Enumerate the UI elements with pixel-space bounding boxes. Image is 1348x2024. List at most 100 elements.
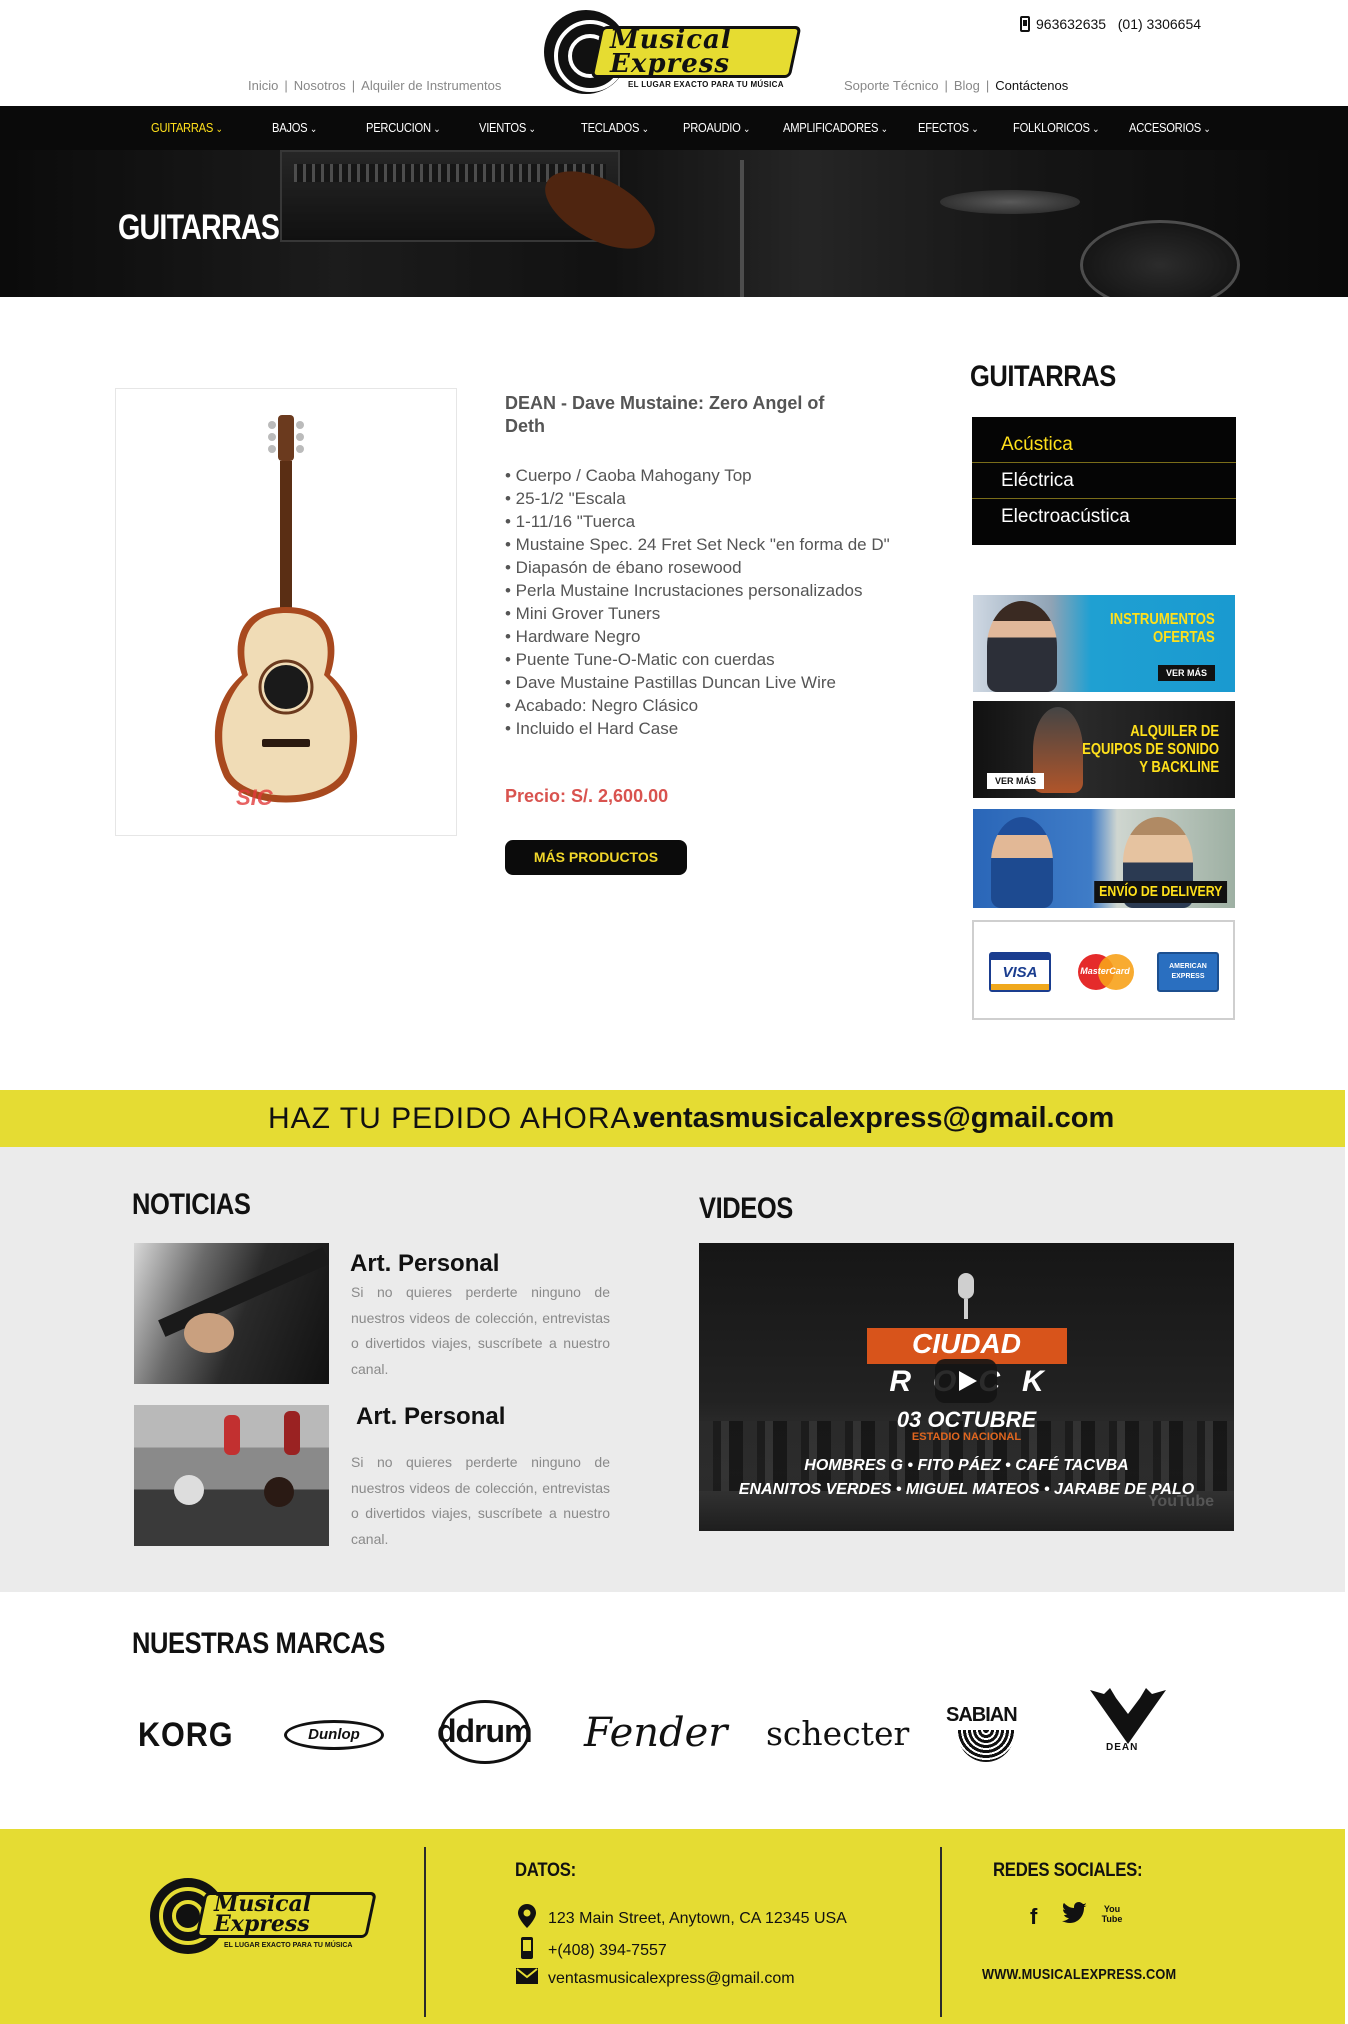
separator: | (284, 78, 288, 93)
twitter-icon[interactable] (1062, 1902, 1088, 1930)
chevron-down-icon: ⌄ (433, 124, 441, 135)
link-alquiler[interactable]: Alquiler de Instrumentos (361, 78, 501, 93)
payment-methods: VISA MasterCard AMERICAN EXPRESS (972, 920, 1235, 1020)
link-soporte[interactable]: Soporte Técnico (844, 78, 938, 93)
map-pin-icon (516, 1904, 538, 1933)
nav-item-amplificadores[interactable]: AMPLIFICADORES ⌄ (783, 120, 888, 135)
videos-section-title: VIDEOS (699, 1192, 793, 1225)
nav-item-bajos[interactable]: BAJOS ⌄ (272, 120, 317, 135)
nav-item-accesorios[interactable]: ACCESORIOS ⌄ (1129, 120, 1211, 135)
top-nav-left: Inicio | Nosotros | Alquiler de Instrumentos (248, 78, 501, 93)
mastercard-icon: MasterCard (1074, 952, 1136, 992)
category-item-electrica[interactable]: Eléctrica (972, 463, 1236, 499)
spec-item: • Diapasón de ébano rosewood (505, 558, 742, 577)
category-item-acustica[interactable]: Acústica (972, 427, 1236, 463)
mobile-phone-icon (1020, 16, 1030, 32)
video-player[interactable]: CIUDAD ROCK 03 OCTUBRE ESTADIO NACIONAL … (699, 1243, 1234, 1531)
promo-button[interactable]: VER MÁS (1157, 665, 1215, 681)
footer-logo-tagline: EL LUGAR EXACTO PARA TU MÚSICA (224, 1942, 353, 1949)
guitarist-photo (987, 601, 1057, 692)
video-venue: ESTADIO NACIONAL (911, 1431, 1022, 1443)
news-item-title[interactable]: Art. Personal (356, 1403, 505, 1431)
nav-item-folkloricos[interactable]: FOLKLORICOS ⌄ (1013, 120, 1099, 135)
chevron-down-icon: ⌄ (1092, 124, 1100, 135)
footer-email[interactable]: ventasmusicalexpress@gmail.com (516, 1968, 795, 1989)
spec-item: • Cuerpo / Caoba Mahogany Top (505, 466, 752, 485)
brand-logo-dunlop[interactable]: Dunlop (284, 1720, 384, 1750)
brand-logo-korg[interactable]: KORG (138, 1716, 233, 1755)
spec-item: • Mini Grover Tuners (505, 604, 661, 623)
brand-logo-schecter[interactable]: schecter (766, 1714, 909, 1753)
nav-item-proaudio[interactable]: PROAUDIO ⌄ (683, 120, 750, 135)
nav-item-guitarras[interactable]: GUITARRAS ⌄ (151, 120, 223, 135)
link-inicio[interactable]: Inicio (248, 78, 278, 93)
link-contactenos[interactable]: Contáctenos (995, 78, 1068, 93)
spec-item: • Puente Tune-O-Matic con cuerdas (505, 650, 775, 669)
category-hero-banner: GUITARRAS (0, 150, 1348, 297)
chevron-down-icon: ⌄ (309, 124, 317, 135)
spec-item: • Acabado: Negro Clásico (505, 696, 699, 715)
phone-text: 963632635 (01) 3306654 (1036, 16, 1202, 32)
chevron-down-icon: ⌄ (971, 124, 979, 135)
chevron-down-icon: ⌄ (641, 124, 649, 135)
spec-item: • Mustaine Spec. 24 Fret Set Neck "en fo… (505, 535, 890, 554)
spec-item: • 1-11/16 "Tuerca (505, 512, 636, 531)
brand-logo-dean[interactable]: DEAN (1080, 1684, 1176, 1768)
youtube-icon[interactable]: You Tube (1101, 1904, 1123, 1928)
news-section-title: NOTICIAS (132, 1188, 251, 1221)
play-button[interactable] (935, 1359, 997, 1403)
separator: | (351, 78, 356, 93)
nav-item-teclados[interactable]: TECLADOS ⌄ (581, 120, 649, 135)
promo-banner-alquiler[interactable]: ALQUILER DE EQUIPOS DE SONIDO Y BACKLINE… (973, 701, 1235, 798)
spec-item: • Dave Mustaine Pastillas Duncan Live Wi… (505, 673, 836, 692)
footer-phone: +(408) 394-7557 (516, 1936, 667, 1965)
spec-item: • Incluido el Hard Case (505, 719, 679, 738)
svg-text:SIC: SIC (236, 785, 274, 810)
category-item-electroacustica[interactable]: Electroacústica (972, 499, 1236, 535)
product-title: DEAN - Dave Mustaine: Zero Angel of Deth (505, 393, 825, 436)
video-lineup-1: HOMBRES G • FITO PÁEZ • CAFÉ TACVBA (804, 1457, 1129, 1474)
more-products-button[interactable]: MÁS PRODUCTOS (505, 840, 687, 875)
news-item-title[interactable]: Art. Personal (350, 1250, 499, 1278)
envelope-icon (516, 1968, 538, 1989)
category-menu: Acústica Eléctrica Electroacústica (972, 417, 1236, 545)
brand-logo-fender[interactable]: Fender (584, 1710, 727, 1756)
footer-website-link[interactable]: WWW.MUSICALEXPRESS.COM (982, 1966, 1176, 1983)
order-label: HAZ TU PEDIDO AHORA: (268, 1102, 641, 1135)
footer-address: 123 Main Street, Anytown, CA 12345 USA (516, 1904, 847, 1933)
news-item-text: Si no quieres perderte ninguno de nuestr… (351, 1454, 610, 1547)
page-title: GUITARRAS (118, 208, 280, 247)
chevron-down-icon: ⌄ (528, 124, 536, 135)
product-price: Precio: S/. 2,600.00 (505, 786, 669, 806)
promo-text: INSTRUMENTOS OFERTAS (1110, 611, 1215, 646)
promo-text: ENVÍO DE DELIVERY (1093, 881, 1227, 903)
spec-item: • 25-1/2 "Escala (505, 489, 626, 508)
logo-wordmark: Musical Express (610, 25, 732, 79)
nav-item-efectos[interactable]: EFECTOS ⌄ (918, 120, 979, 135)
footer-logo[interactable]: Musical Express EL LUGAR EXACTO PARA TU M… (150, 1878, 380, 1960)
promo-button[interactable]: VER MÁS (987, 773, 1045, 789)
youtube-watermark: YouTube (1147, 1493, 1214, 1510)
brand-logo-ddrum[interactable]: ddrum (437, 1700, 533, 1764)
visa-card-icon: VISA (989, 952, 1051, 992)
link-nosotros[interactable]: Nosotros (294, 78, 346, 93)
link-blog[interactable]: Blog (954, 78, 980, 93)
news-image[interactable] (134, 1243, 329, 1384)
brands-section-title: NUESTRAS MARCAS (132, 1627, 385, 1660)
chevron-down-icon: ⌄ (1203, 124, 1211, 135)
microphone-icon (958, 1273, 974, 1319)
site-logo[interactable]: Musical Express EL LUGAR EXACTO PARA TU M… (544, 8, 802, 94)
product-image[interactable]: SIC (115, 388, 457, 836)
news-image[interactable] (134, 1405, 329, 1546)
promo-banner-ofertas[interactable]: INSTRUMENTOS OFERTAS VER MÁS (973, 595, 1235, 692)
nav-item-percucion[interactable]: PERCUCION ⌄ (366, 120, 441, 135)
chevron-down-icon: ⌄ (880, 124, 888, 135)
promo-banner-delivery[interactable]: ENVÍO DE DELIVERY (973, 809, 1235, 908)
news-item-text: Si no quieres perderte ninguno de nuestr… (351, 1284, 610, 1377)
order-email-link[interactable]: ventasmusicalexpress@gmail.com (633, 1102, 1114, 1135)
order-banner: HAZ TU PEDIDO AHORA: ventasmusicalexpres… (0, 1090, 1345, 1147)
nav-item-vientos[interactable]: VIENTOS ⌄ (479, 120, 536, 135)
separator: | (944, 78, 948, 93)
facebook-icon[interactable]: f (1030, 1904, 1037, 1930)
brand-logo-sabian[interactable]: SABIAN (946, 1704, 1026, 1766)
